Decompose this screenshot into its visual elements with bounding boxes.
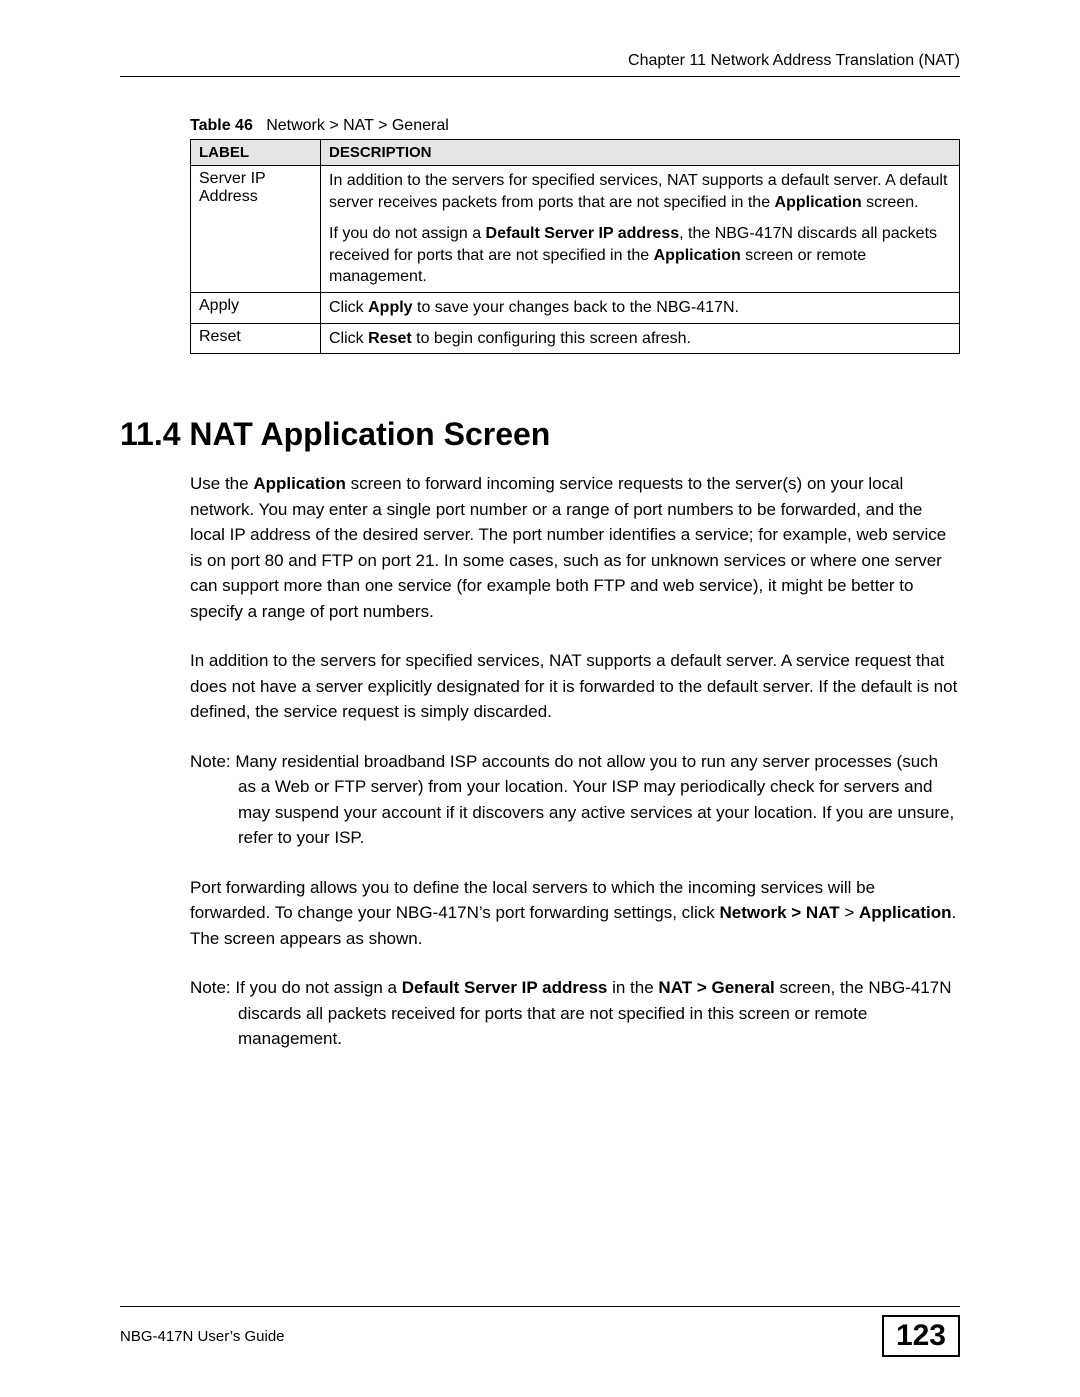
cell-desc-server-ip: In addition to the servers for specified… <box>321 166 960 293</box>
table-caption-text: Network > NAT > General <box>266 117 449 134</box>
footer-guide-title: NBG-417N User’s Guide <box>120 1328 285 1345</box>
cell-label-apply: Apply <box>191 292 321 323</box>
note-paragraph: Note: If you do not assign a Default Ser… <box>190 975 960 1052</box>
table-caption: Table 46 Network > NAT > General <box>190 117 960 135</box>
table-46: Table 46 Network > NAT > General LABEL D… <box>190 117 960 354</box>
chapter-header: Chapter 11 Network Address Translation (… <box>120 52 960 70</box>
label-line: Server IP <box>199 170 312 188</box>
table-row: Apply Click Apply to save your changes b… <box>191 292 960 323</box>
table-header-row: LABEL DESCRIPTION <box>191 140 960 166</box>
definitions-table: LABEL DESCRIPTION Server IP Address In a… <box>190 139 960 354</box>
desc-paragraph: If you do not assign a Default Server IP… <box>329 223 951 288</box>
footer-rule <box>120 1306 960 1307</box>
desc-paragraph: In addition to the servers for specified… <box>329 170 951 213</box>
body-paragraph: In addition to the servers for specified… <box>190 648 960 725</box>
table-row: Server IP Address In addition to the ser… <box>191 166 960 293</box>
table-row: Reset Click Reset to begin configuring t… <box>191 323 960 354</box>
note-paragraph: Note: Many residential broadband ISP acc… <box>190 749 960 851</box>
header-rule <box>120 76 960 77</box>
footer-page-number: 123 <box>882 1315 960 1357</box>
cell-label-reset: Reset <box>191 323 321 354</box>
label-line: Address <box>199 188 312 206</box>
desc-paragraph: Click Apply to save your changes back to… <box>329 297 951 319</box>
cell-label-server-ip: Server IP Address <box>191 166 321 293</box>
section-body: Use the Application screen to forward in… <box>190 471 960 1052</box>
cell-desc-reset: Click Reset to begin configuring this sc… <box>321 323 960 354</box>
page-footer: NBG-417N User’s Guide 123 <box>120 1306 960 1357</box>
body-paragraph: Port forwarding allows you to define the… <box>190 875 960 952</box>
col-header-description: DESCRIPTION <box>321 140 960 166</box>
section-heading: 11.4 NAT Application Screen <box>120 416 960 453</box>
page: Chapter 11 Network Address Translation (… <box>0 0 1080 1397</box>
table-caption-number: Table 46 <box>190 117 253 134</box>
body-paragraph: Use the Application screen to forward in… <box>190 471 960 624</box>
cell-desc-apply: Click Apply to save your changes back to… <box>321 292 960 323</box>
desc-paragraph: Click Reset to begin configuring this sc… <box>329 328 951 350</box>
col-header-label: LABEL <box>191 140 321 166</box>
